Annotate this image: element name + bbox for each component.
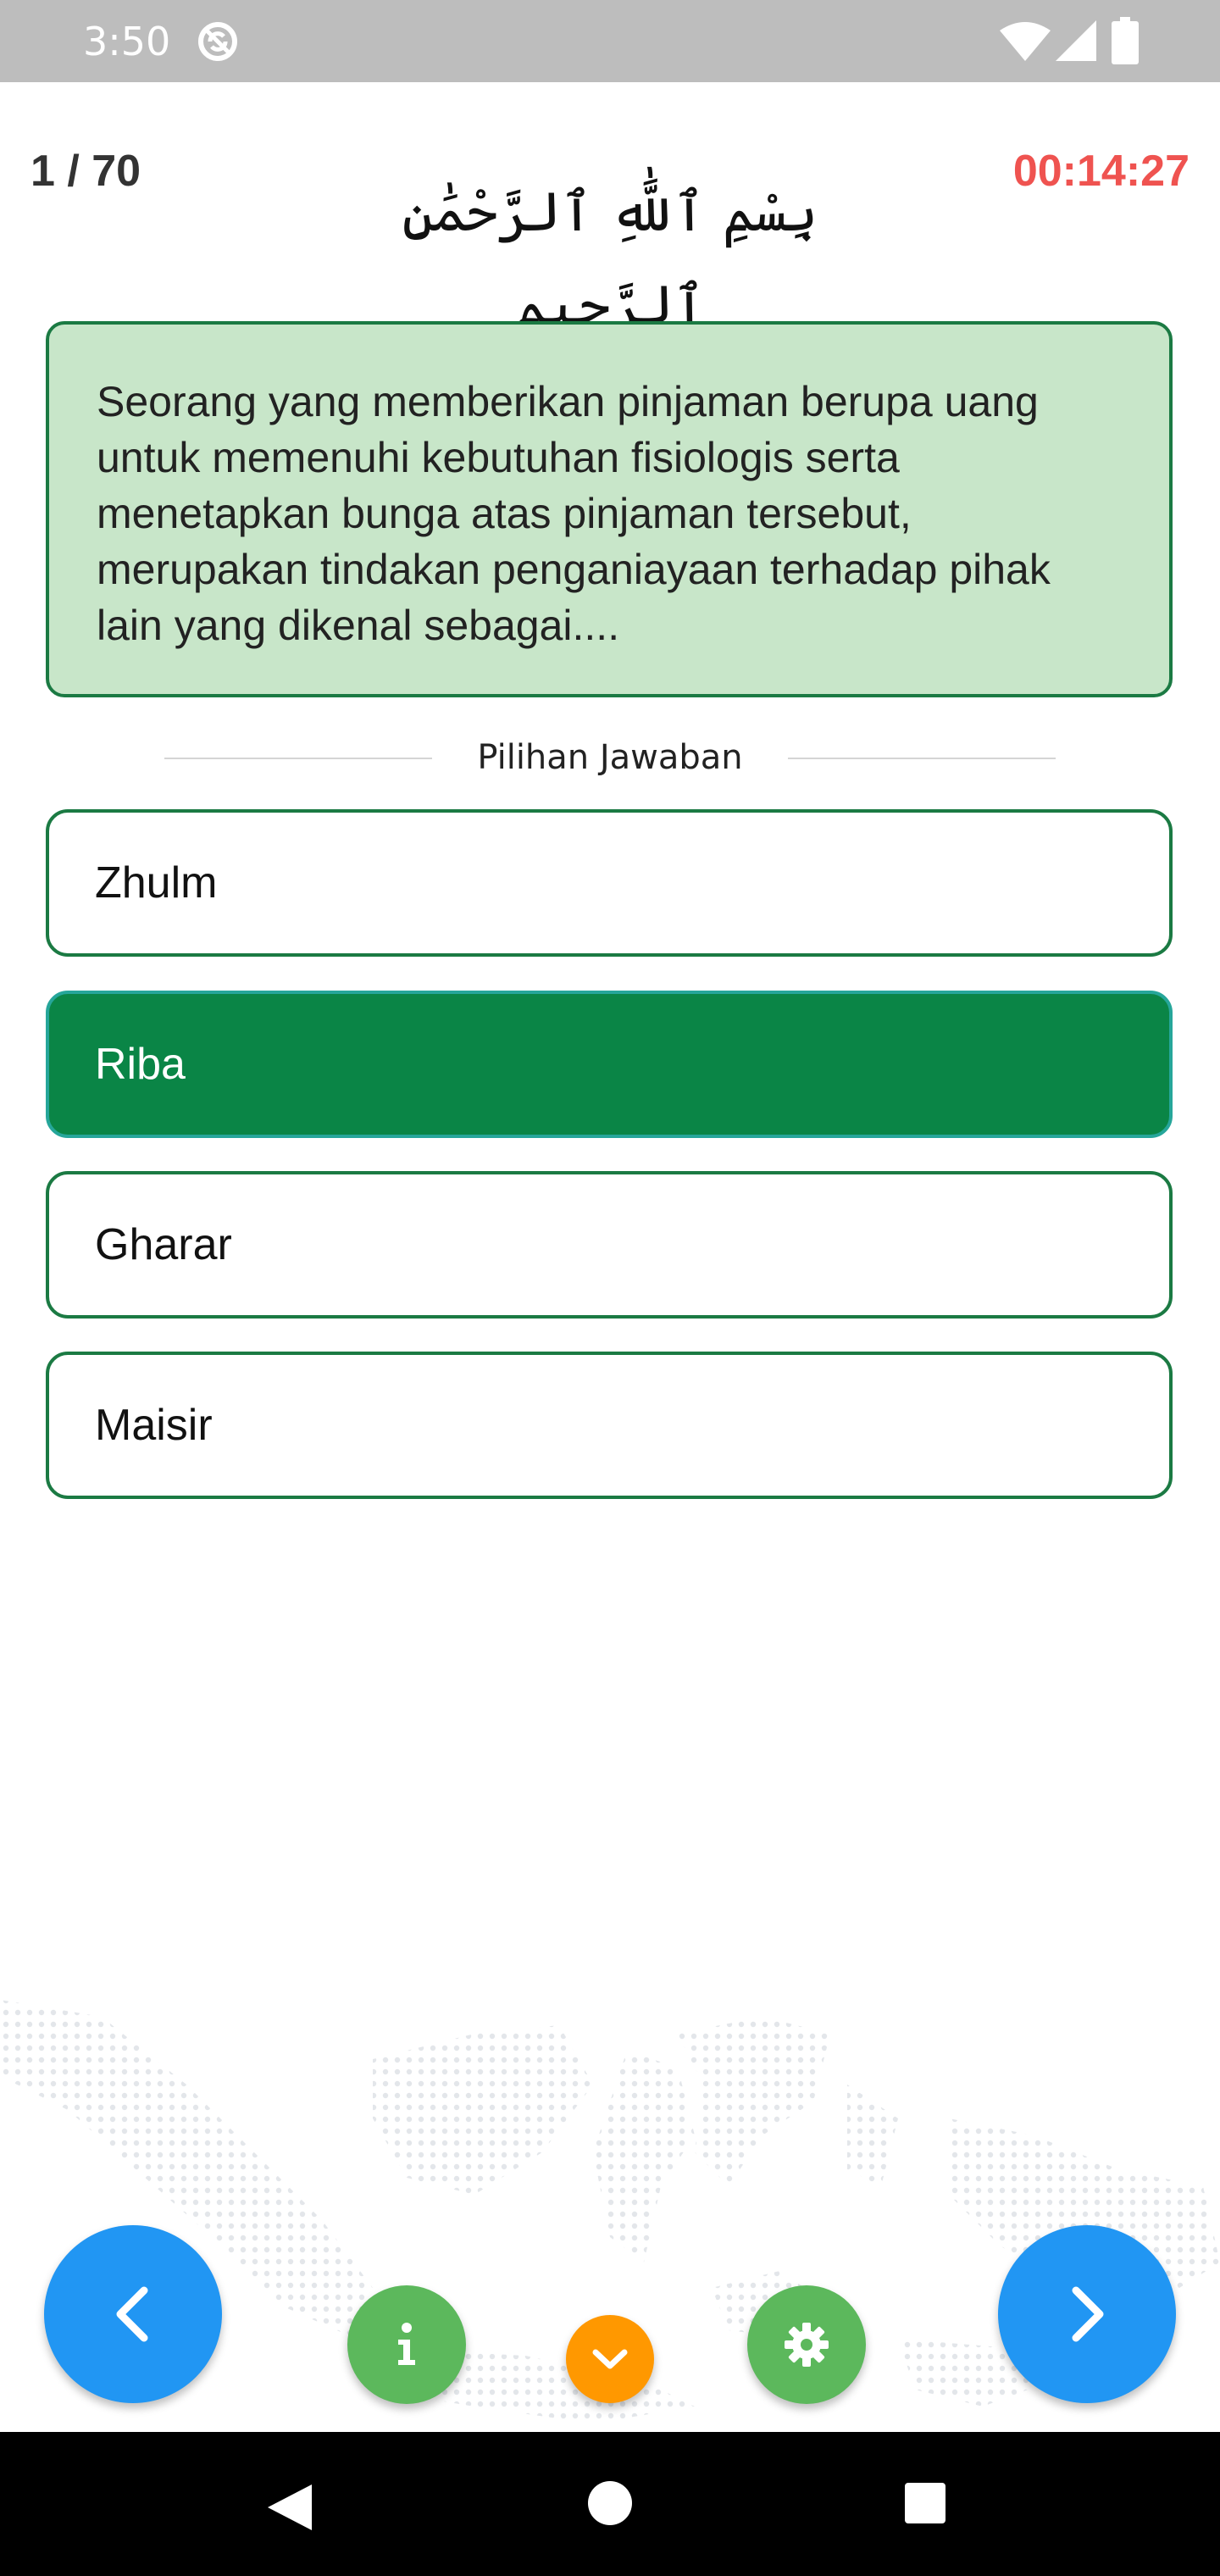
divider-line-left <box>164 758 432 759</box>
countdown-timer: 00:14:27 <box>1012 147 1190 196</box>
status-bar: 3:50 <box>0 0 1220 82</box>
settings-button[interactable] <box>747 2285 866 2404</box>
home-icon[interactable] <box>588 2481 632 2525</box>
chevron-down-icon <box>592 2349 628 2369</box>
previous-question-button[interactable] <box>44 2225 222 2403</box>
chevron-right-icon <box>1072 2286 1104 2342</box>
basmala-calligraphy: بِسْمِ ٱللَّٰهِ ٱلرَّحْمَٰنِ ٱلرَّحِيمِ <box>402 181 818 337</box>
gear-icon <box>785 2323 829 2367</box>
status-time: 3:50 <box>83 19 171 64</box>
battery-icon <box>1112 17 1139 64</box>
question-text: Seorang yang memberikan pinjaman berupa … <box>97 378 1051 649</box>
answer-option-label: Maisir <box>95 1401 213 1450</box>
sync-disabled-icon <box>198 22 237 61</box>
chevron-left-icon <box>116 2286 148 2342</box>
divider-label: Pilihan Jawaban <box>477 738 743 777</box>
expand-button[interactable] <box>566 2315 654 2403</box>
answer-option-label: Zhulm <box>95 858 218 908</box>
info-icon <box>398 2323 415 2365</box>
question-card: Seorang yang memberikan pinjaman berupa … <box>46 321 1173 697</box>
back-icon[interactable] <box>264 2481 315 2534</box>
recents-icon[interactable] <box>905 2483 946 2523</box>
wifi-icon <box>1000 22 1051 61</box>
answer-option-maisir[interactable]: Maisir <box>46 1352 1173 1499</box>
answer-option-label: Gharar <box>95 1220 232 1269</box>
answer-option-riba[interactable]: Riba <box>46 991 1173 1138</box>
divider-line-right <box>788 758 1056 759</box>
answer-option-label: Riba <box>95 1040 186 1089</box>
question-counter: 1 / 70 <box>30 147 141 196</box>
answer-option-gharar[interactable]: Gharar <box>46 1171 1173 1319</box>
info-button[interactable] <box>347 2285 466 2404</box>
cell-signal-icon <box>1056 20 1096 61</box>
answer-option-zhulm[interactable]: Zhulm <box>46 809 1173 957</box>
next-question-button[interactable] <box>998 2225 1176 2403</box>
answer-divider: Pilihan Jawaban <box>0 737 1220 778</box>
